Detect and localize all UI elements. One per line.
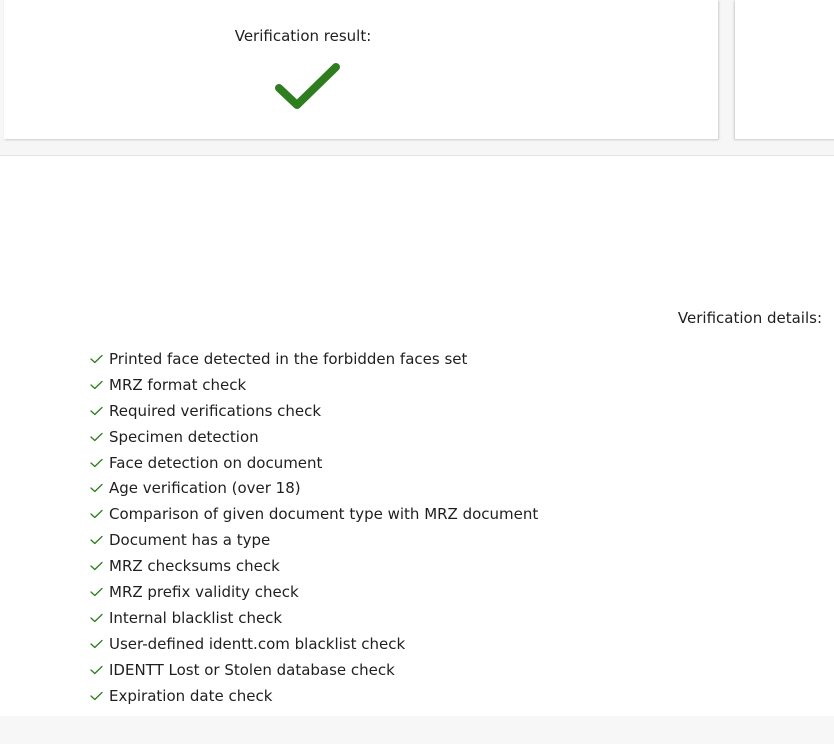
check-label: Age verification (over 18) — [109, 479, 301, 498]
tick-icon — [90, 587, 103, 597]
check-label: Required verifications check — [109, 401, 322, 420]
result-area: Verification result: — [0, 0, 834, 152]
verification-checks-list: Printed face detected in the forbidden f… — [90, 346, 538, 708]
tick-icon — [90, 536, 103, 545]
tick-icon — [90, 691, 103, 700]
tick-icon — [90, 354, 103, 364]
tick-icon — [90, 380, 103, 389]
checkmark-icon — [275, 63, 340, 109]
check-label: IDENTT Lost or Stolen database check — [109, 660, 395, 679]
tick-icon — [90, 432, 103, 441]
check-label: Comparison of given document type with M… — [109, 505, 539, 524]
check-label: MRZ format check — [109, 375, 247, 394]
check-item: Specimen detection — [90, 424, 538, 450]
verification-page: Verification result: Verification detail… — [0, 0, 834, 744]
check-label: Printed face detected in the forbidden f… — [109, 349, 468, 368]
check-item: Comparison of given document type with M… — [90, 501, 538, 527]
check-item: Face detection on document — [90, 450, 538, 476]
check-item: MRZ checksums check — [90, 553, 538, 579]
check-label: Face detection on document — [109, 453, 323, 472]
check-item: Document has a type — [90, 527, 538, 553]
check-item: User-defined identt.com blacklist check — [90, 631, 538, 657]
tick-icon — [90, 484, 103, 493]
check-item: MRZ prefix validity check — [90, 579, 538, 605]
tick-icon — [90, 665, 103, 674]
check-label: MRZ checksums check — [109, 557, 280, 576]
verification-details-panel: Verification details: Printed face detec… — [0, 155, 834, 716]
secondary-card — [735, 0, 834, 139]
check-label: Internal blacklist check — [109, 608, 283, 627]
check-item: Expiration date check — [90, 683, 538, 709]
check-item: Required verifications check — [90, 398, 538, 424]
check-item: Internal blacklist check — [90, 605, 538, 631]
tick-icon — [90, 639, 103, 648]
check-label: Expiration date check — [109, 686, 273, 705]
tick-icon — [90, 561, 103, 571]
check-label: User-defined identt.com blacklist check — [109, 634, 406, 653]
check-label: Specimen detection — [109, 427, 259, 446]
check-item: Age verification (over 18) — [90, 475, 538, 501]
tick-icon — [90, 613, 103, 622]
verification-result-title: Verification result: — [234, 27, 372, 45]
check-label: MRZ prefix validity check — [109, 582, 299, 601]
tick-icon — [90, 458, 103, 467]
check-item: MRZ format check — [90, 372, 538, 398]
check-item: Printed face detected in the forbidden f… — [90, 346, 538, 372]
check-label: Document has a type — [109, 531, 271, 550]
tick-icon — [90, 406, 103, 415]
check-item: IDENTT Lost or Stolen database check — [90, 657, 538, 683]
verification-result-card: Verification result: — [4, 0, 718, 139]
verification-details-title: Verification details: — [677, 309, 822, 327]
page-footer-strip — [0, 716, 834, 744]
tick-icon — [90, 510, 103, 519]
